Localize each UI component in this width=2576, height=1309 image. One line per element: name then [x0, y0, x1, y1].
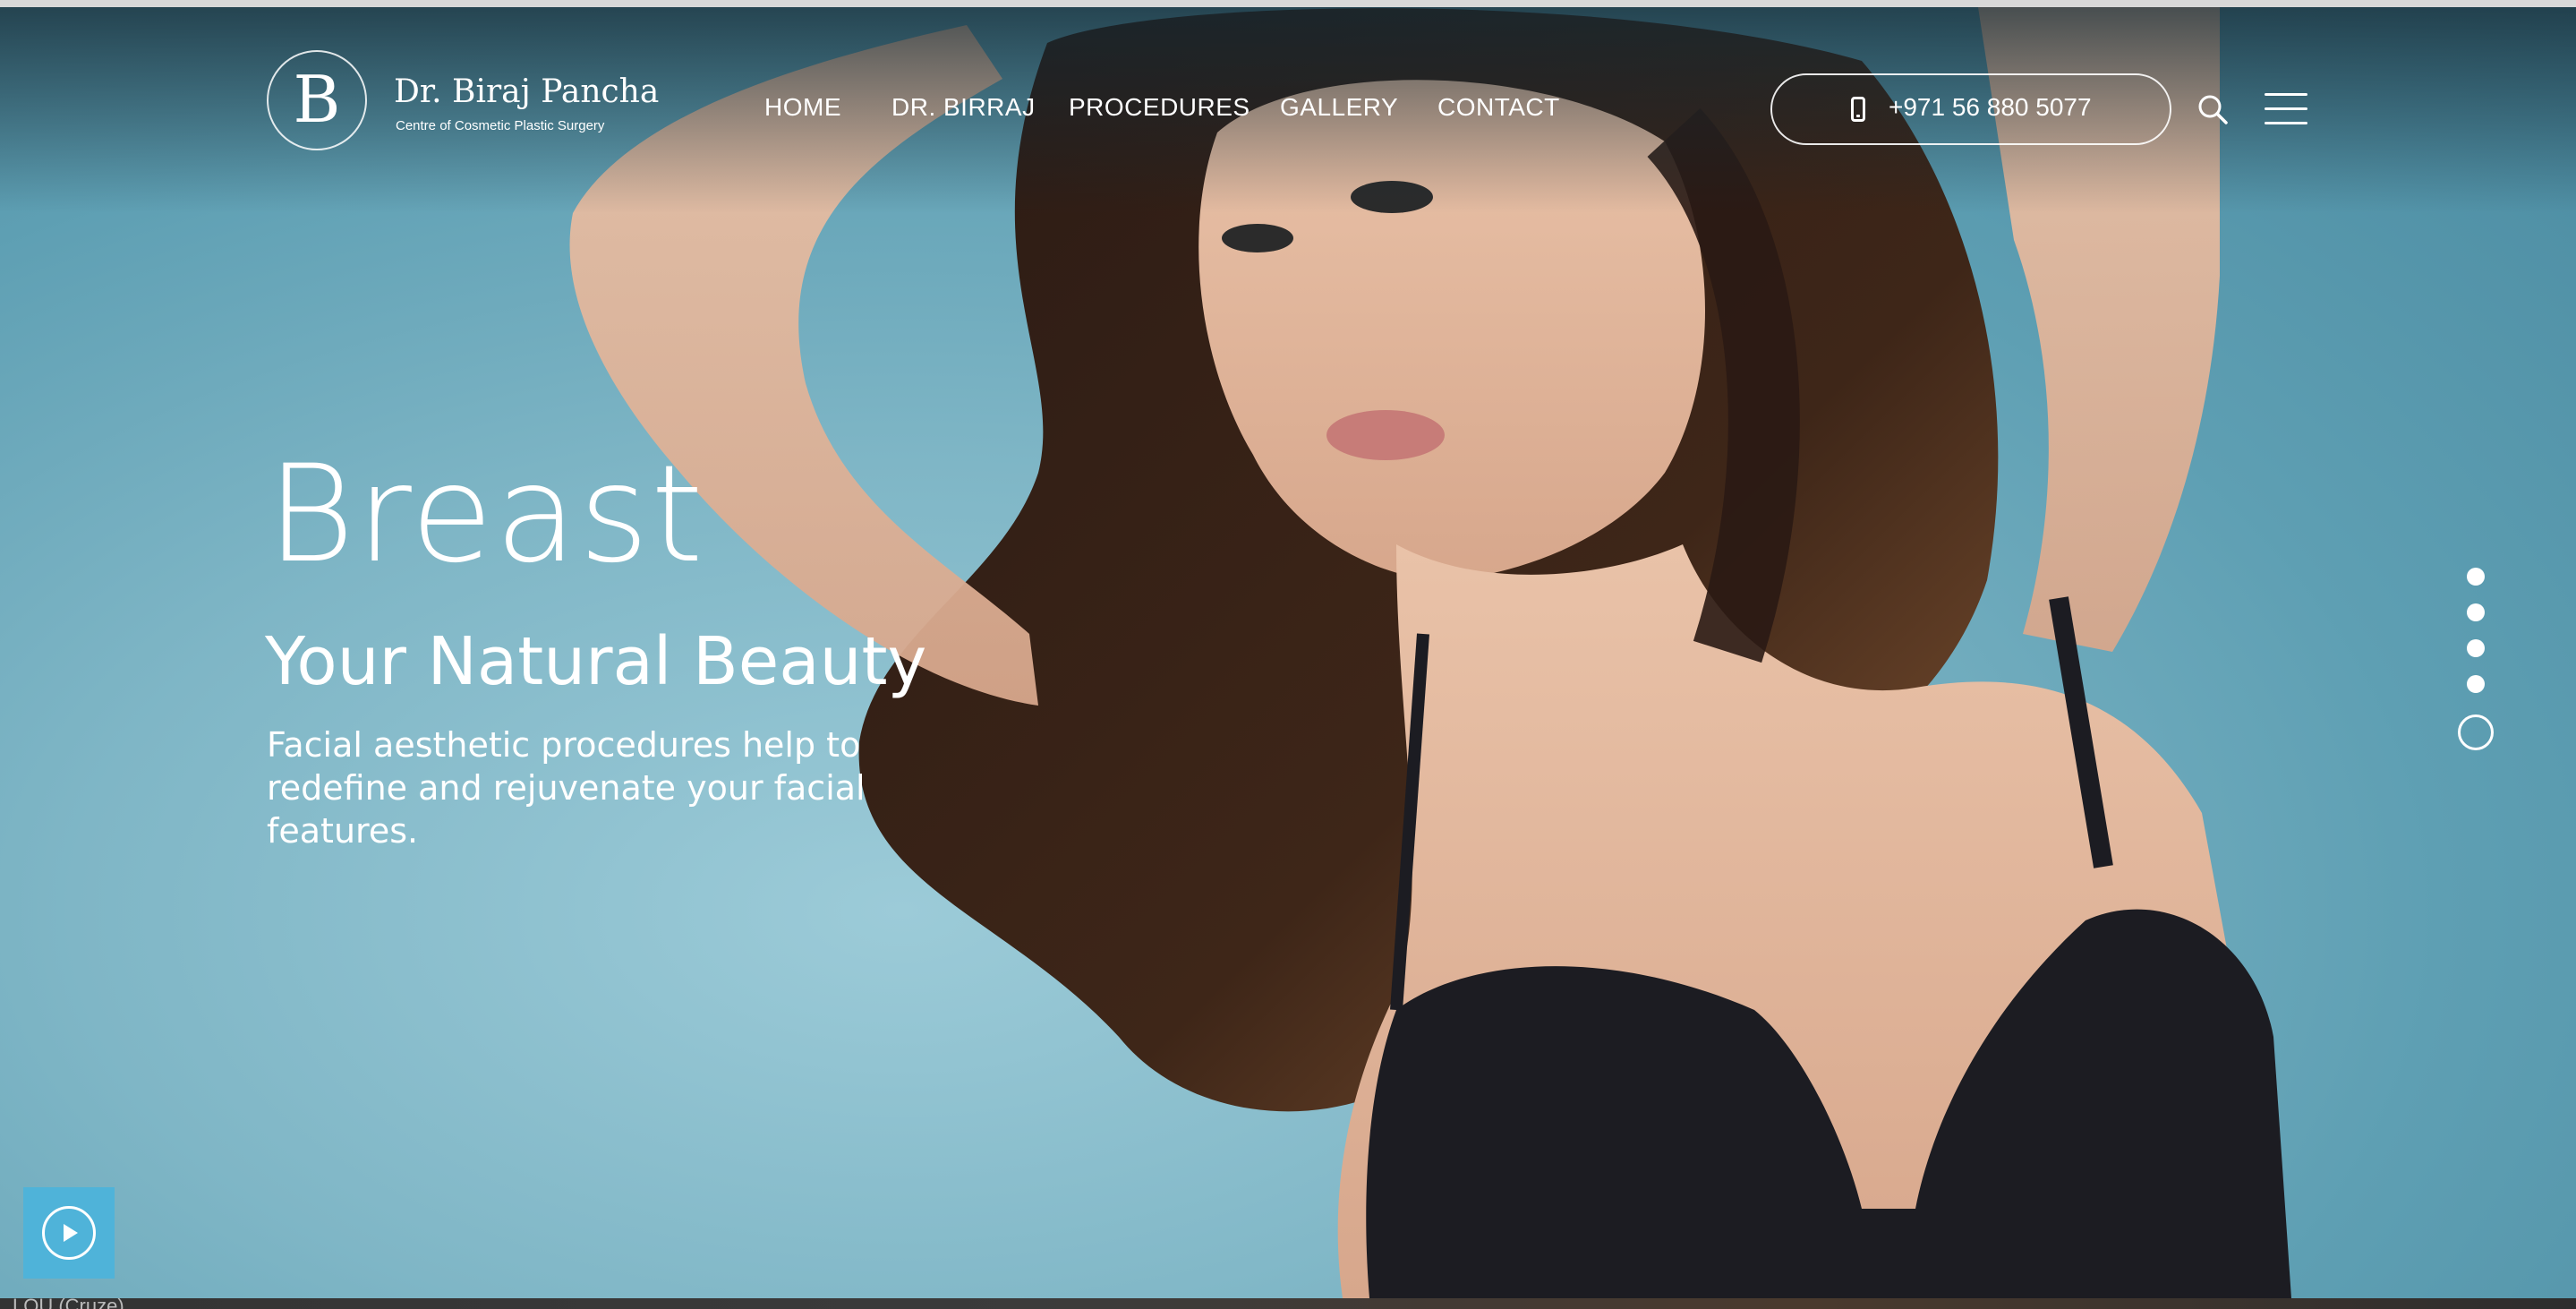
next-section-peek	[0, 1298, 2576, 1309]
slider-dot-2[interactable]	[2467, 603, 2485, 621]
brand-name[interactable]: Dr. Biraj Pancha	[394, 73, 659, 110]
hero-title: Breast	[267, 437, 705, 593]
nav-item-contact[interactable]: CONTACT	[1437, 93, 1560, 122]
hero-slider: B Dr. Biraj Pancha Centre of Cosmetic Pl…	[0, 7, 2576, 1298]
slider-dot-4[interactable]	[2467, 675, 2485, 693]
mobile-phone-icon	[1851, 97, 1865, 122]
search-icon[interactable]	[2196, 93, 2229, 125]
nav-item-gallery[interactable]: GALLERY	[1280, 93, 1398, 122]
hero-description: Facial aesthetic procedures help to rede…	[267, 725, 866, 851]
nav-item-procedures[interactable]: PROCEDURES	[1069, 93, 1250, 122]
hamburger-menu-icon[interactable]	[2265, 91, 2307, 127]
nav-item-home[interactable]: HOME	[764, 93, 841, 122]
page: B Dr. Biraj Pancha Centre of Cosmetic Pl…	[0, 0, 2576, 1309]
slider-dot-1[interactable]	[2467, 568, 2485, 586]
phone-number: +971 56 880 5077	[1889, 93, 2092, 121]
slider-dot-5-active[interactable]	[2458, 714, 2494, 750]
slider-pagination	[2456, 568, 2495, 756]
nav-item-dr-birraj[interactable]: DR. BIRRAJ	[891, 93, 1036, 122]
video-play-button[interactable]	[23, 1187, 115, 1279]
brand-tagline: Centre of Cosmetic Plastic Surgery	[396, 118, 605, 133]
logo-mark[interactable]: B	[267, 50, 367, 150]
play-icon	[64, 1224, 78, 1242]
slider-dot-3[interactable]	[2467, 639, 2485, 657]
phone-call-button[interactable]: +971 56 880 5077	[1770, 73, 2171, 145]
hero-subtitle: Your Natural Beauty	[265, 623, 927, 700]
next-section-caption: LOU (Cruze)	[13, 1296, 124, 1309]
